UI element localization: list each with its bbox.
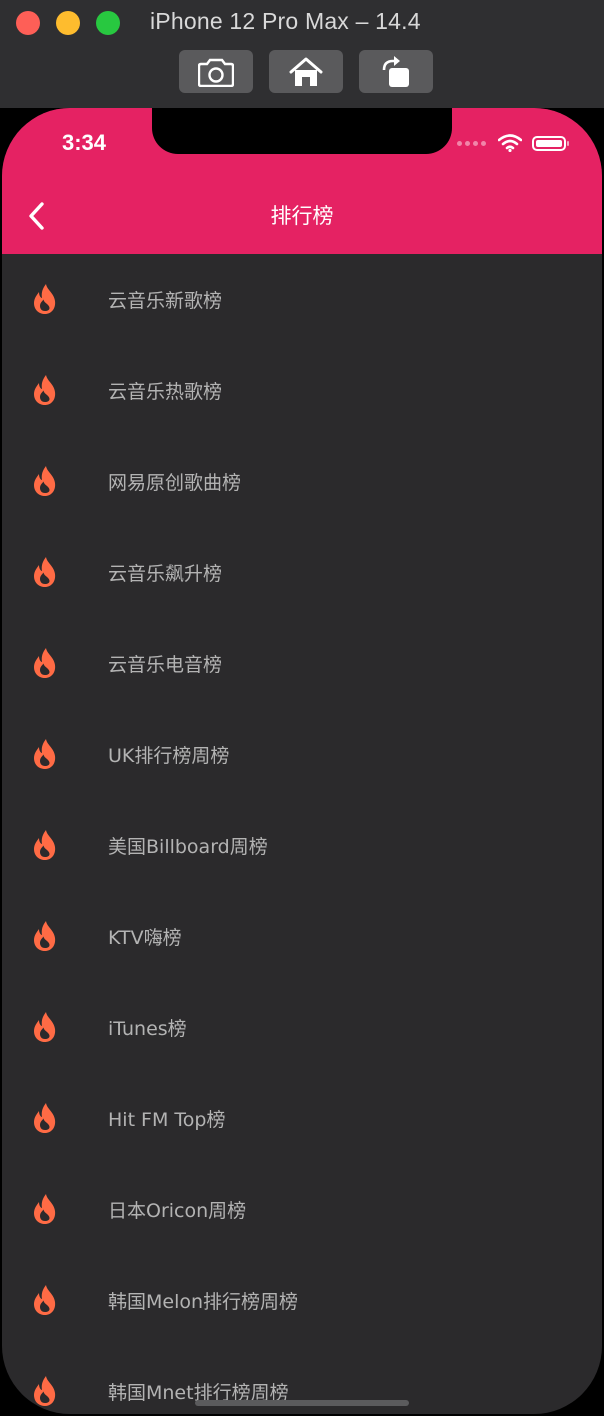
- list-item-label: 美国Billboard周榜: [108, 836, 268, 858]
- list-item[interactable]: 云音乐新歌榜: [2, 254, 602, 345]
- house-icon: [289, 57, 323, 86]
- window-title: iPhone 12 Pro Max – 14.4: [150, 8, 421, 34]
- list-item-label: 网易原创歌曲榜: [108, 472, 242, 494]
- list-item[interactable]: 云音乐飙升榜: [2, 527, 602, 618]
- flame-icon: [34, 466, 56, 496]
- close-window-button[interactable]: [16, 11, 40, 35]
- home-indicator[interactable]: [195, 1400, 409, 1406]
- device-notch: [152, 108, 452, 154]
- flame-icon: [34, 1012, 56, 1042]
- flame-icon: [34, 375, 56, 405]
- flame-icon: [34, 1285, 56, 1315]
- flame-icon: [34, 557, 56, 587]
- list-item-label: iTunes榜: [108, 1018, 187, 1040]
- battery-icon: [532, 135, 569, 151]
- list-item-label: 云音乐新歌榜: [108, 290, 223, 312]
- rotate-button[interactable]: [359, 50, 433, 93]
- list-item[interactable]: 网易原创歌曲榜: [2, 436, 602, 527]
- flame-icon: [34, 648, 56, 678]
- home-button[interactable]: [269, 50, 343, 93]
- list-item[interactable]: 日本Oricon周榜: [2, 1164, 602, 1255]
- minimize-window-button[interactable]: [56, 11, 80, 35]
- list-item-label: Hit FM Top榜: [108, 1109, 226, 1131]
- flame-icon: [34, 284, 56, 314]
- wifi-icon: [498, 134, 522, 152]
- page-title: 排行榜: [270, 204, 334, 228]
- flame-icon: [34, 739, 56, 769]
- list-item[interactable]: Hit FM Top榜: [2, 1073, 602, 1164]
- flame-icon: [34, 1376, 56, 1406]
- list-item[interactable]: 云音乐电音榜: [2, 618, 602, 709]
- signal-icon: [457, 140, 486, 146]
- screenshot-button[interactable]: [179, 50, 253, 93]
- list-item-label: 云音乐飙升榜: [108, 563, 223, 585]
- app-header: 3:34 排行榜: [2, 108, 602, 254]
- list-item[interactable]: iTunes榜: [2, 982, 602, 1073]
- device-screen: 3:34 排行榜 云音乐新歌榜 云音乐热歌榜 网易原创歌曲榜 云音乐飙升榜 云音…: [2, 108, 602, 1414]
- list-item[interactable]: KTV嗨榜: [2, 891, 602, 982]
- flame-icon: [34, 830, 56, 860]
- chart-list: 云音乐新歌榜 云音乐热歌榜 网易原创歌曲榜 云音乐飙升榜 云音乐电音榜 UK排行…: [2, 254, 602, 1414]
- list-item[interactable]: 云音乐热歌榜: [2, 345, 602, 436]
- simulator-titlebar: iPhone 12 Pro Max – 14.4: [0, 0, 604, 109]
- status-icons: [457, 134, 569, 152]
- list-item[interactable]: UK排行榜周榜: [2, 709, 602, 800]
- list-item-label: 日本Oricon周榜: [108, 1200, 247, 1222]
- flame-icon: [34, 921, 56, 951]
- simulator-window: iPhone 12 Pro Max – 14.4 3:34 排行榜 云音乐新歌榜…: [0, 0, 604, 1416]
- list-item-label: 韩国Melon排行榜周榜: [108, 1291, 299, 1313]
- status-time: 3:34: [62, 130, 107, 155]
- device-frame: 3:34 排行榜 云音乐新歌榜 云音乐热歌榜 网易原创歌曲榜 云音乐飙升榜 云音…: [0, 108, 604, 1416]
- list-item-label: KTV嗨榜: [108, 927, 182, 949]
- flame-icon: [34, 1103, 56, 1133]
- list-item-label: 云音乐电音榜: [108, 654, 223, 676]
- flame-icon: [34, 1194, 56, 1224]
- rotate-icon: [382, 55, 409, 87]
- list-item-label: UK排行榜周榜: [108, 745, 230, 767]
- list-item-label: 云音乐热歌榜: [108, 381, 223, 403]
- camera-icon: [198, 58, 234, 87]
- list-item[interactable]: 美国Billboard周榜: [2, 800, 602, 891]
- list-item[interactable]: 韩国Melon排行榜周榜: [2, 1255, 602, 1346]
- zoom-window-button[interactable]: [96, 11, 120, 35]
